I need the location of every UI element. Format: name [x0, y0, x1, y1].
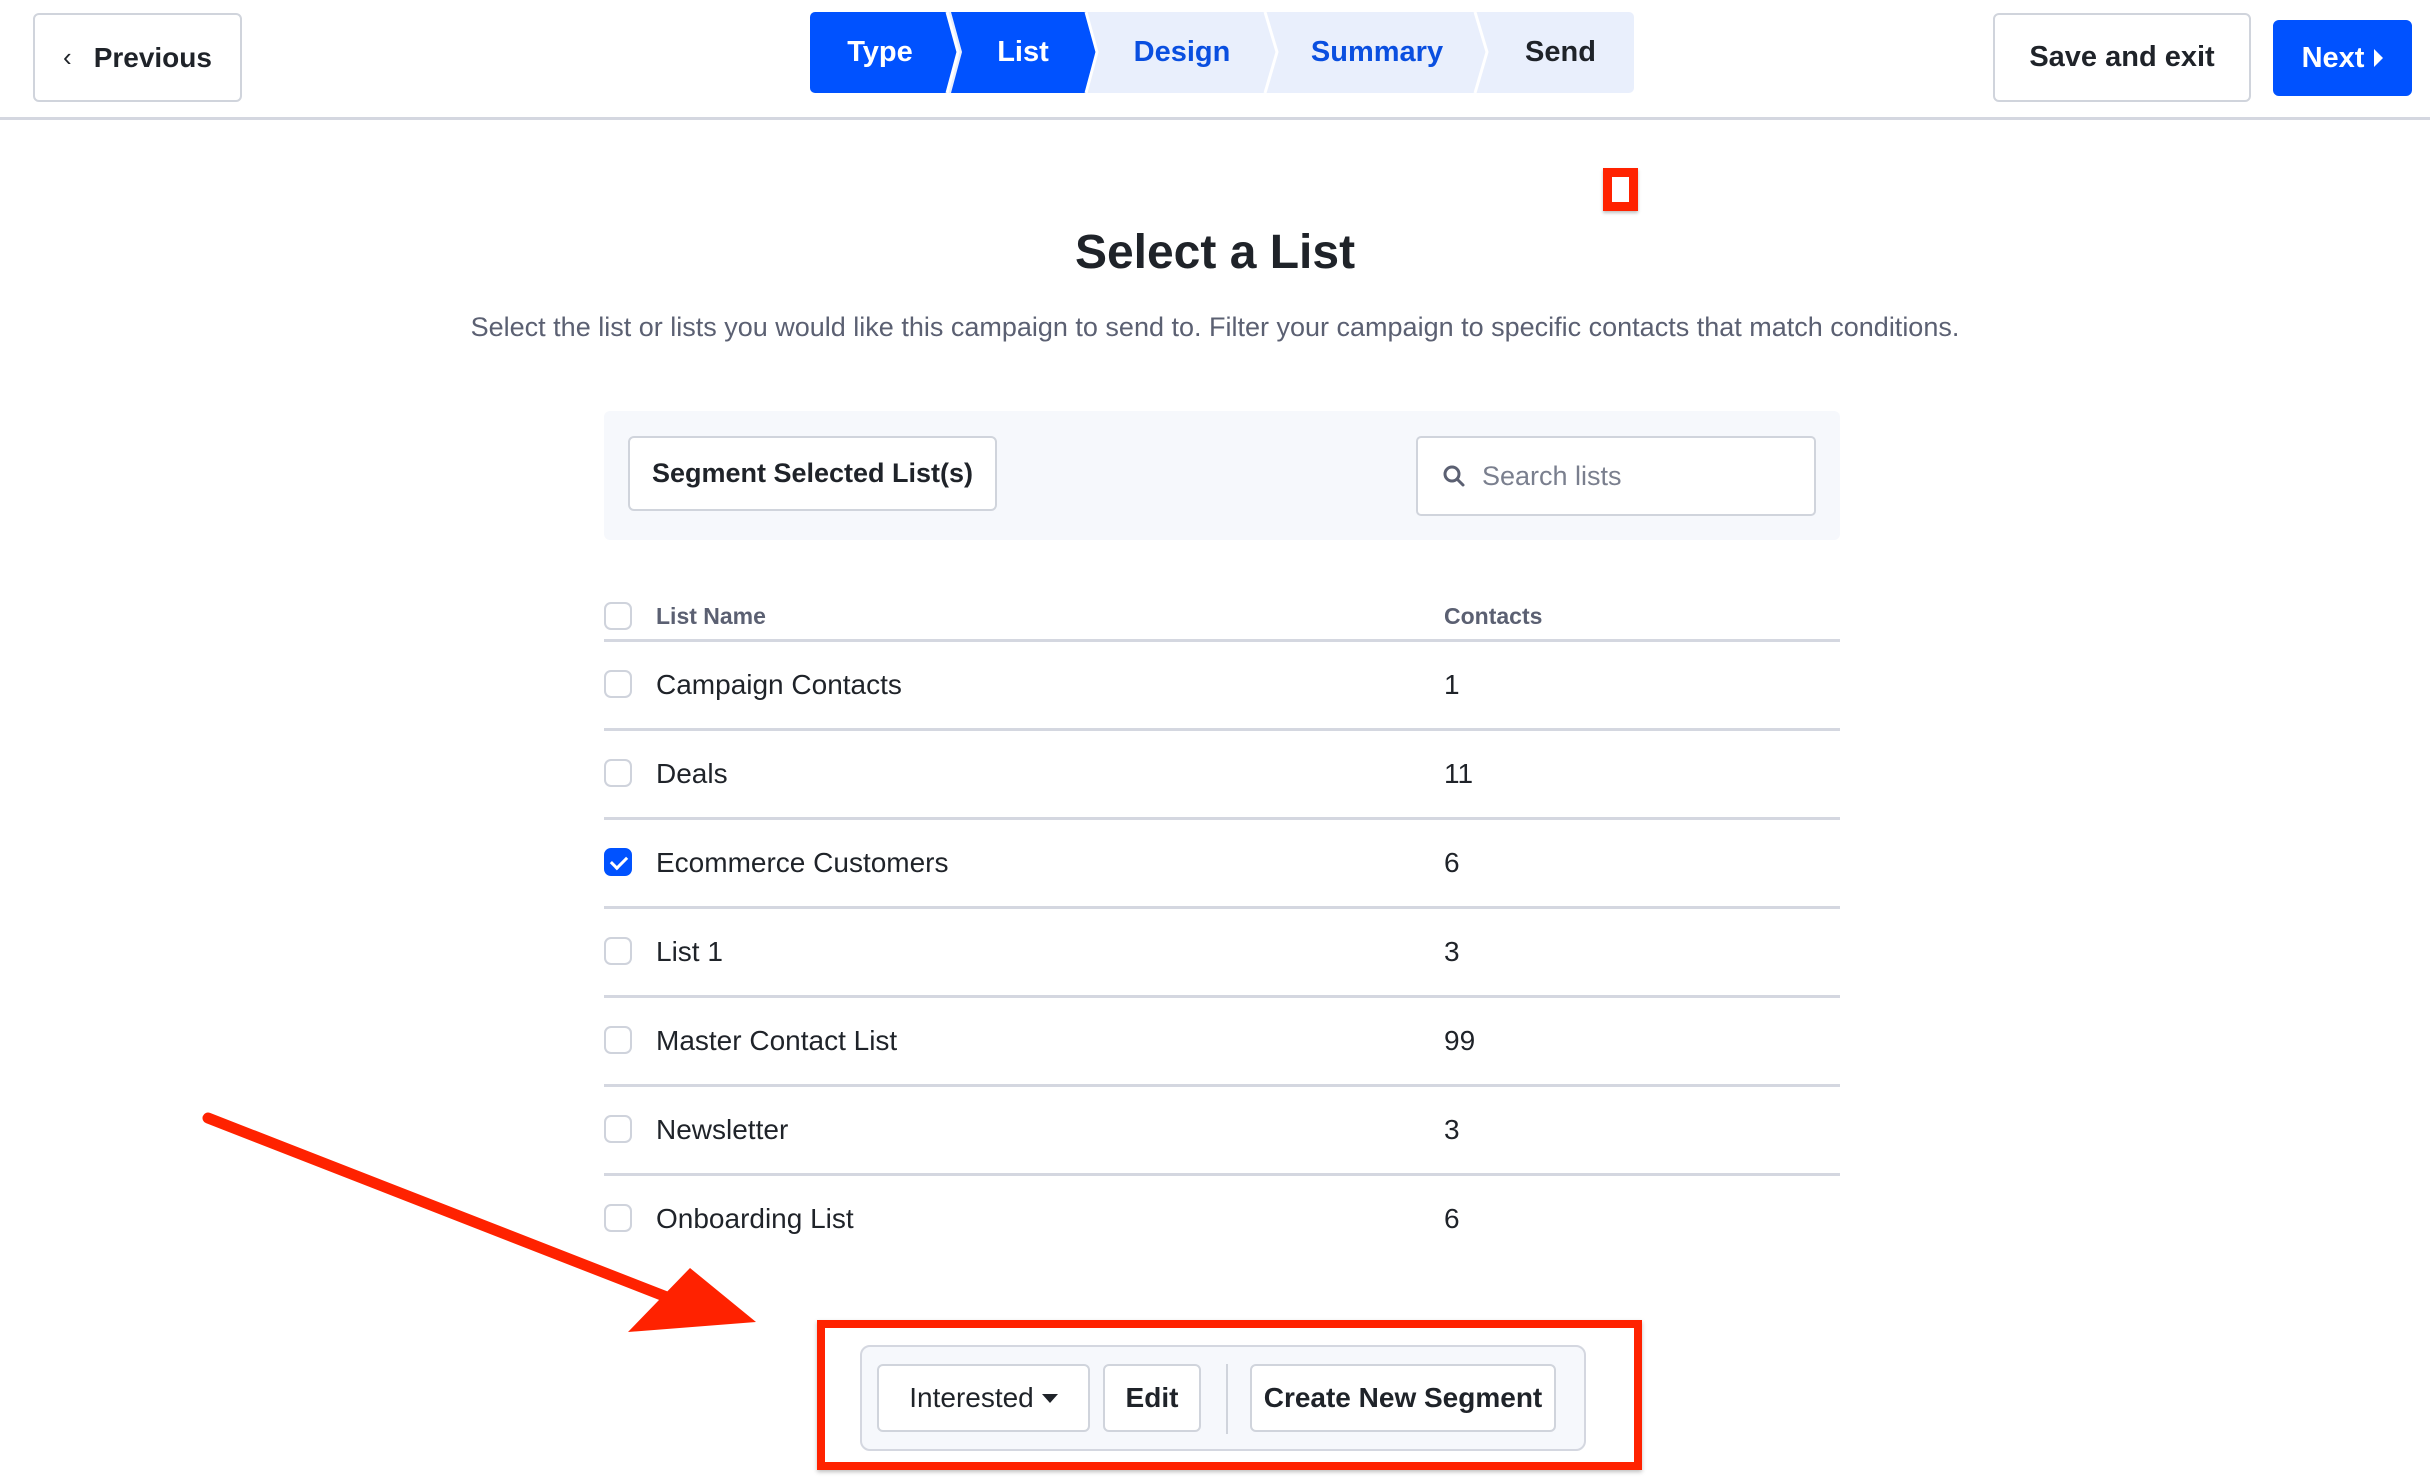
search-lists-input[interactable] [1482, 460, 1802, 492]
annotation-highlight-box-small [1603, 168, 1638, 211]
list-toolbar: Segment Selected List(s) [604, 411, 1840, 540]
contacts-count-cell: 11 [1444, 758, 1474, 789]
segment-dropdown[interactable]: Interested [877, 1364, 1090, 1432]
previous-label: Previous [93, 41, 212, 73]
contacts-count-cell: 3 [1444, 936, 1460, 967]
table-row[interactable]: List 1 3 [604, 909, 1840, 998]
wizard-stepper: Type List Design Summary Send [810, 12, 1634, 93]
column-header-list-name: List Name [656, 603, 766, 629]
contacts-count-cell: 6 [1444, 1203, 1460, 1234]
edit-segment-button[interactable]: Edit [1103, 1364, 1201, 1432]
step-type[interactable]: Type [810, 12, 950, 93]
caret-down-icon [1041, 1393, 1058, 1403]
segment-dropdown-value: Interested [909, 1382, 1034, 1413]
page-title: Select a List [1074, 226, 1356, 279]
next-button[interactable]: Next [2273, 20, 2412, 96]
step-summary[interactable]: Summary [1277, 12, 1477, 93]
next-label: Next [2301, 41, 2365, 74]
list-name-cell: Ecommerce Customers [656, 847, 949, 878]
segment-bar-divider [1226, 1364, 1228, 1434]
table-row[interactable]: Campaign Contacts 1 [604, 642, 1840, 731]
table-header: List Name Contacts [604, 585, 1840, 642]
row-checkbox[interactable] [604, 1026, 632, 1054]
step-list[interactable]: List [958, 12, 1088, 93]
create-new-segment-button[interactable]: Create New Segment [1250, 1364, 1556, 1432]
table-row[interactable]: Ecommerce Customers 6 [604, 820, 1840, 909]
save-and-exit-button[interactable]: Save and exit [1993, 13, 2251, 102]
table-row[interactable]: Master Contact List 99 [604, 998, 1840, 1087]
row-checkbox[interactable] [604, 1204, 632, 1232]
row-checkbox[interactable] [604, 759, 632, 787]
table-row[interactable]: Newsletter 3 [604, 1087, 1840, 1176]
row-checkbox[interactable] [604, 937, 632, 965]
contacts-count-cell: 99 [1444, 1025, 1476, 1056]
list-name-cell: Newsletter [656, 1114, 789, 1145]
search-icon [1443, 465, 1465, 487]
row-checkbox[interactable] [604, 1115, 632, 1143]
contacts-count-cell: 3 [1444, 1114, 1460, 1145]
previous-button[interactable]: ‹ Previous [33, 13, 242, 102]
column-header-contacts: Contacts [1444, 603, 1543, 629]
step-send[interactable]: Send [1487, 12, 1634, 93]
list-name-cell: List 1 [656, 936, 723, 967]
arrow-head [628, 1268, 756, 1332]
contacts-count-cell: 6 [1444, 847, 1460, 878]
row-checkbox[interactable] [604, 848, 632, 876]
caret-right-icon [2374, 49, 2384, 67]
list-name-cell: Master Contact List [656, 1025, 898, 1056]
page-subtitle: Select the list or lists you would like … [470, 312, 1960, 342]
list-name-cell: Campaign Contacts [656, 669, 902, 700]
select-all-checkbox[interactable] [604, 602, 632, 630]
search-lists-field[interactable] [1416, 436, 1816, 516]
list-name-cell: Onboarding List [656, 1203, 854, 1234]
contacts-count-cell: 1 [1444, 669, 1460, 700]
wizard-header: ‹ Previous Type List Design Summary Send… [0, 0, 2430, 120]
step-design[interactable]: Design [1097, 12, 1267, 93]
row-checkbox[interactable] [604, 670, 632, 698]
list-name-cell: Deals [656, 758, 728, 789]
chevron-left-icon: ‹ [63, 42, 72, 72]
segment-selected-lists-button[interactable]: Segment Selected List(s) [628, 436, 997, 511]
lists-table: List Name Contacts Campaign Contacts 1 Dea… [604, 585, 1840, 1265]
table-row[interactable]: Onboarding List 6 [604, 1176, 1840, 1265]
table-row[interactable]: Deals 11 [604, 731, 1840, 820]
segment-bar: Interested Edit Create New Segment [860, 1345, 1586, 1451]
